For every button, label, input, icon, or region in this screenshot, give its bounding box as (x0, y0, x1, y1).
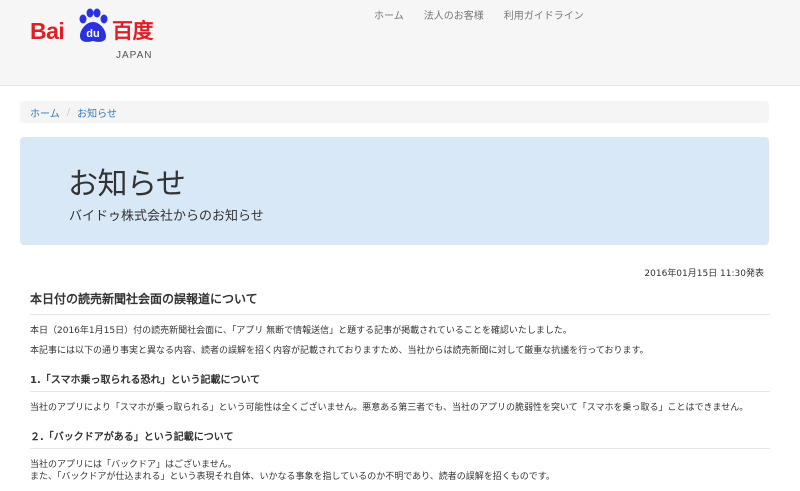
article-intro-2: 本記事には以下の通り事実と異なる内容、読者の誤解を招く内容が記載されておりますた… (30, 346, 649, 356)
logo-bai-text: Bai (30, 18, 65, 44)
logo-region-text: JAPAN (116, 50, 153, 61)
section-2-body-2: また、「バックドアが仕込まれる」という表現それ自体、いかなる事象を指しているのか… (30, 472, 555, 482)
breadcrumb-current: お知らせ (77, 108, 117, 120)
section-1-body: 当社のアプリにより「スマホが乗っ取られる」という可能性は全くございません。悪意あ… (30, 403, 749, 413)
breadcrumb: ホーム / お知らせ (20, 101, 769, 123)
article: 本日付の読売新聞社会面の誤報道について 本日（2016年1月15日）付の読売新聞… (30, 290, 770, 491)
top-nav: ホーム 法人のお客様 利用ガイドライン (364, 10, 594, 24)
section-2-heading: ２.「バックドアがある」という記載について (30, 428, 770, 449)
nav-guidelines-link[interactable]: 利用ガイドライン (494, 10, 594, 24)
nav-home-link[interactable]: ホーム (364, 10, 414, 24)
logo-cjk-text: 百度 (112, 19, 154, 43)
hero-banner: お知らせ バイドゥ株式会社からのお知らせ (20, 137, 769, 245)
article-intro-1: 本日（2016年1月15日）付の読売新聞社会面に、「アプリ 無断で情報送信」と題… (30, 326, 572, 336)
nav-corporate-link[interactable]: 法人のお客様 (414, 10, 494, 24)
site-header: Bai du 百度 JAPAN ホーム 法人のお客様 利用ガイドライン (0, 0, 800, 86)
article-title: 本日付の読売新聞社会面の誤報道について (30, 290, 770, 315)
page-title: お知らせ (68, 167, 186, 202)
section-1-heading: 1.「スマホ乗っ取られる恐れ」という記載について (30, 371, 770, 392)
logo-du-text: du (86, 28, 99, 40)
breadcrumb-home-link[interactable]: ホーム (30, 105, 60, 120)
baidu-logo[interactable]: Bai du 百度 JAPAN (30, 6, 160, 66)
breadcrumb-separator: / (66, 106, 71, 118)
publish-date: 2016年01月15日 11:30発表 (644, 269, 764, 279)
section-2-body-1: 当社のアプリには「バックドア」はございません。 (30, 460, 237, 470)
paw-icon: du (79, 8, 108, 42)
page-subtitle: バイドゥ株式会社からのお知らせ (69, 209, 264, 224)
